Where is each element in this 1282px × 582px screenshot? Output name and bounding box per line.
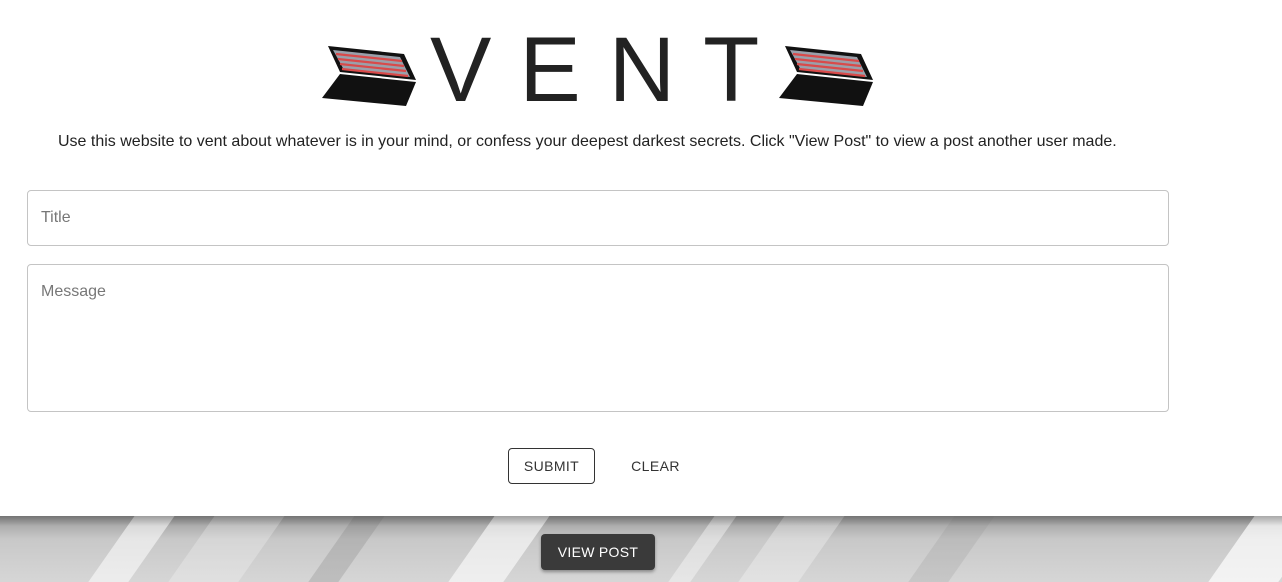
clear-button[interactable]: Clear [614, 448, 697, 484]
view-post-button[interactable]: View Post [541, 534, 655, 570]
page: VENT Use this website to vent about what… [0, 0, 1282, 582]
open-laptop-icon [779, 46, 873, 106]
title-input[interactable] [27, 190, 1169, 246]
submit-button[interactable]: Submit [508, 448, 595, 484]
header: VENT [0, 0, 1282, 125]
message-textarea[interactable] [27, 264, 1169, 412]
open-laptop-icon [322, 46, 416, 106]
site-description: Use this website to vent about whatever … [58, 133, 1117, 150]
site-title: VENT [430, 19, 788, 121]
